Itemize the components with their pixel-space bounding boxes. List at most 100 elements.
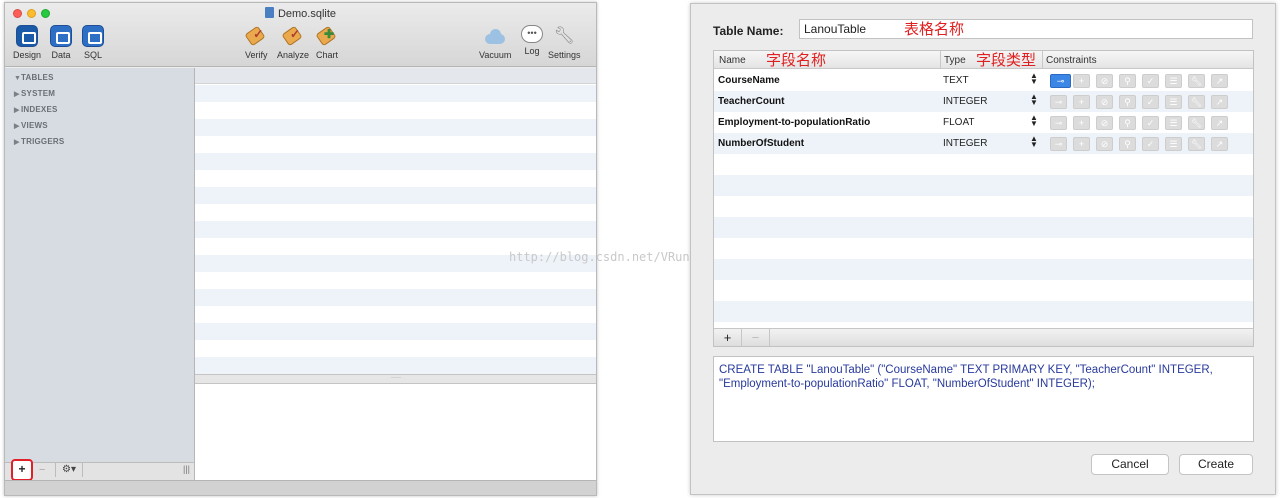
table-name-value: LanouTable (804, 22, 867, 36)
remove-field-button[interactable]: − (742, 329, 770, 346)
window-toolbar: Demo.sqlite Design Data SQL ✓ Verify ✓ A… (5, 3, 596, 67)
primary-key-icon[interactable]: ⊸ (1050, 137, 1067, 151)
edit-icon[interactable]: ↗ (1211, 116, 1228, 130)
check-icon[interactable]: ⚲ (1119, 116, 1136, 130)
content-row (195, 340, 596, 357)
table-name-annotation: 表格名称 (904, 21, 965, 38)
field-type-select[interactable]: INTEGER (943, 138, 987, 149)
unique-icon[interactable]: ⊘ (1096, 116, 1113, 130)
table-name-input[interactable]: LanouTable (799, 19, 1253, 39)
disclosure-collapsed-icon: ▶ (14, 123, 20, 130)
default-icon[interactable]: ✓ (1142, 116, 1159, 130)
table-row[interactable]: Employment-to-populationRatio FLOAT ▲ ▼ ⊸ + ⊘ ⚲… (714, 112, 1253, 133)
chart-button[interactable]: ✚ Chart (315, 25, 338, 60)
design-icon (16, 25, 38, 47)
cancel-button[interactable]: Cancel (1091, 454, 1169, 475)
collate-icon[interactable]: ☰ (1165, 137, 1182, 151)
column-divider[interactable] (940, 51, 941, 69)
field-name[interactable]: Employment-to-populationRatio (718, 117, 870, 128)
column-header-constraints[interactable]: Constraints (1046, 55, 1097, 66)
field-type-select[interactable]: INTEGER (943, 96, 987, 107)
sidebar-item-indexes[interactable]: ▶INDEXES (14, 105, 58, 114)
sidebar-item-views[interactable]: ▶VIEWS (14, 121, 48, 130)
resize-grip-icon[interactable]: ||| (183, 464, 190, 474)
pane-splitter[interactable]: ····· (195, 374, 596, 384)
collate-icon[interactable]: ☰ (1165, 95, 1182, 109)
default-icon[interactable]: ✓ (1142, 95, 1159, 109)
primary-key-icon[interactable]: ⊸ (1050, 116, 1067, 130)
column-header-name[interactable]: Name (719, 55, 746, 66)
content-row (195, 187, 596, 204)
verify-label: Verify (245, 50, 268, 60)
type-stepper-icon[interactable]: ▲ ▼ (1030, 72, 1038, 86)
table-row[interactable]: NumberOfStudent INTEGER ▲ ▼ ⊸ + ⊘ ⚲ ✓ ☰ 🔧︎ ↗ (714, 133, 1253, 154)
not-null-icon[interactable]: + (1073, 116, 1090, 130)
field-type-select[interactable]: TEXT (943, 75, 969, 86)
not-null-icon[interactable]: + (1073, 95, 1090, 109)
field-name-annotation: 字段名称 (766, 52, 827, 69)
content-row (195, 221, 596, 238)
sql-tab[interactable]: SQL (82, 25, 104, 60)
unique-icon[interactable]: ⊘ (1096, 95, 1113, 109)
collate-icon[interactable]: ☰ (1165, 74, 1182, 88)
edit-icon[interactable]: ↗ (1211, 137, 1228, 151)
add-table-button[interactable]: + (11, 459, 33, 481)
log-button[interactable]: ••• Log (521, 25, 543, 56)
edit-icon[interactable]: ↗ (1211, 95, 1228, 109)
check-icon[interactable]: ⚲ (1119, 95, 1136, 109)
unique-icon[interactable]: ⊘ (1096, 74, 1113, 88)
check-icon[interactable]: ⚲ (1119, 137, 1136, 151)
default-icon[interactable]: ✓ (1142, 137, 1159, 151)
add-field-button[interactable]: + (714, 329, 742, 346)
collate-icon[interactable]: ☰ (1165, 116, 1182, 130)
foreign-key-icon[interactable]: 🔧︎ (1188, 74, 1205, 88)
table-content-area[interactable] (195, 68, 596, 374)
edit-icon[interactable]: ↗ (1211, 74, 1228, 88)
primary-key-icon[interactable]: ⊸ (1050, 74, 1071, 88)
table-row-background (714, 301, 1253, 322)
verify-button[interactable]: ✓ Verify (244, 25, 268, 60)
data-tab[interactable]: Data (50, 25, 72, 60)
field-name[interactable]: TeacherCount (718, 96, 785, 107)
table-row[interactable]: TeacherCount INTEGER ▲ ▼ ⊸ + ⊘ ⚲ ✓ ☰ 🔧︎ ↗ (714, 91, 1253, 112)
unique-icon[interactable]: ⊘ (1096, 137, 1113, 151)
gear-menu-button[interactable]: ⚙▾ (55, 463, 83, 477)
design-tab[interactable]: Design (13, 25, 41, 60)
type-stepper-icon[interactable]: ▲ ▼ (1030, 93, 1038, 107)
sidebar-item-system[interactable]: ▶SYSTEM (14, 89, 55, 98)
foreign-key-icon[interactable]: 🔧︎ (1188, 116, 1205, 130)
analyze-button[interactable]: ✓ Analyze (277, 25, 309, 60)
primary-key-icon[interactable]: ⊸ (1050, 95, 1067, 109)
settings-label: Settings (548, 50, 581, 60)
vacuum-button[interactable]: Vacuum (479, 25, 511, 60)
sidebar-item-tables[interactable]: ▼TABLES (14, 73, 54, 82)
settings-button[interactable]: 🔧︎ Settings (548, 25, 581, 60)
sidebar-item-label: TRIGGERS (21, 137, 65, 146)
field-type-select[interactable]: FLOAT (943, 117, 974, 128)
foreign-key-icon[interactable]: 🔧︎ (1188, 137, 1205, 151)
foreign-key-icon[interactable]: 🔧︎ (1188, 95, 1205, 109)
vacuum-label: Vacuum (479, 50, 512, 60)
content-row (195, 306, 596, 323)
detail-pane (195, 384, 596, 480)
type-stepper-icon[interactable]: ▲ ▼ (1030, 114, 1038, 128)
field-name[interactable]: NumberOfStudent (718, 138, 804, 149)
create-button[interactable]: Create (1179, 454, 1253, 475)
column-divider[interactable] (1042, 51, 1043, 69)
sql-preview[interactable]: CREATE TABLE "LanouTable" ("CourseName" … (713, 356, 1254, 442)
type-stepper-icon[interactable]: ▲ ▼ (1030, 135, 1038, 149)
field-name[interactable]: CourseName (718, 75, 780, 86)
sidebar-item-triggers[interactable]: ▶TRIGGERS (14, 137, 64, 146)
speech-bubble-icon: ••• (521, 25, 543, 43)
table-row-background (714, 259, 1253, 280)
check-icon[interactable]: ⚲ (1119, 74, 1136, 88)
disclosure-collapsed-icon: ▶ (14, 107, 20, 114)
column-header-type[interactable]: Type (944, 55, 966, 66)
table-row[interactable]: CourseName TEXT ▲ ▼ ⊸ + ⊘ ⚲ ✓ ☰ 🔧︎ ↗ (714, 70, 1253, 91)
content-row (195, 102, 596, 119)
not-null-icon[interactable]: + (1073, 137, 1090, 151)
default-icon[interactable]: ✓ (1142, 74, 1159, 88)
remove-table-button[interactable]: − (39, 464, 45, 476)
not-null-icon[interactable]: + (1073, 74, 1090, 88)
design-tab-label: Design (13, 50, 42, 60)
